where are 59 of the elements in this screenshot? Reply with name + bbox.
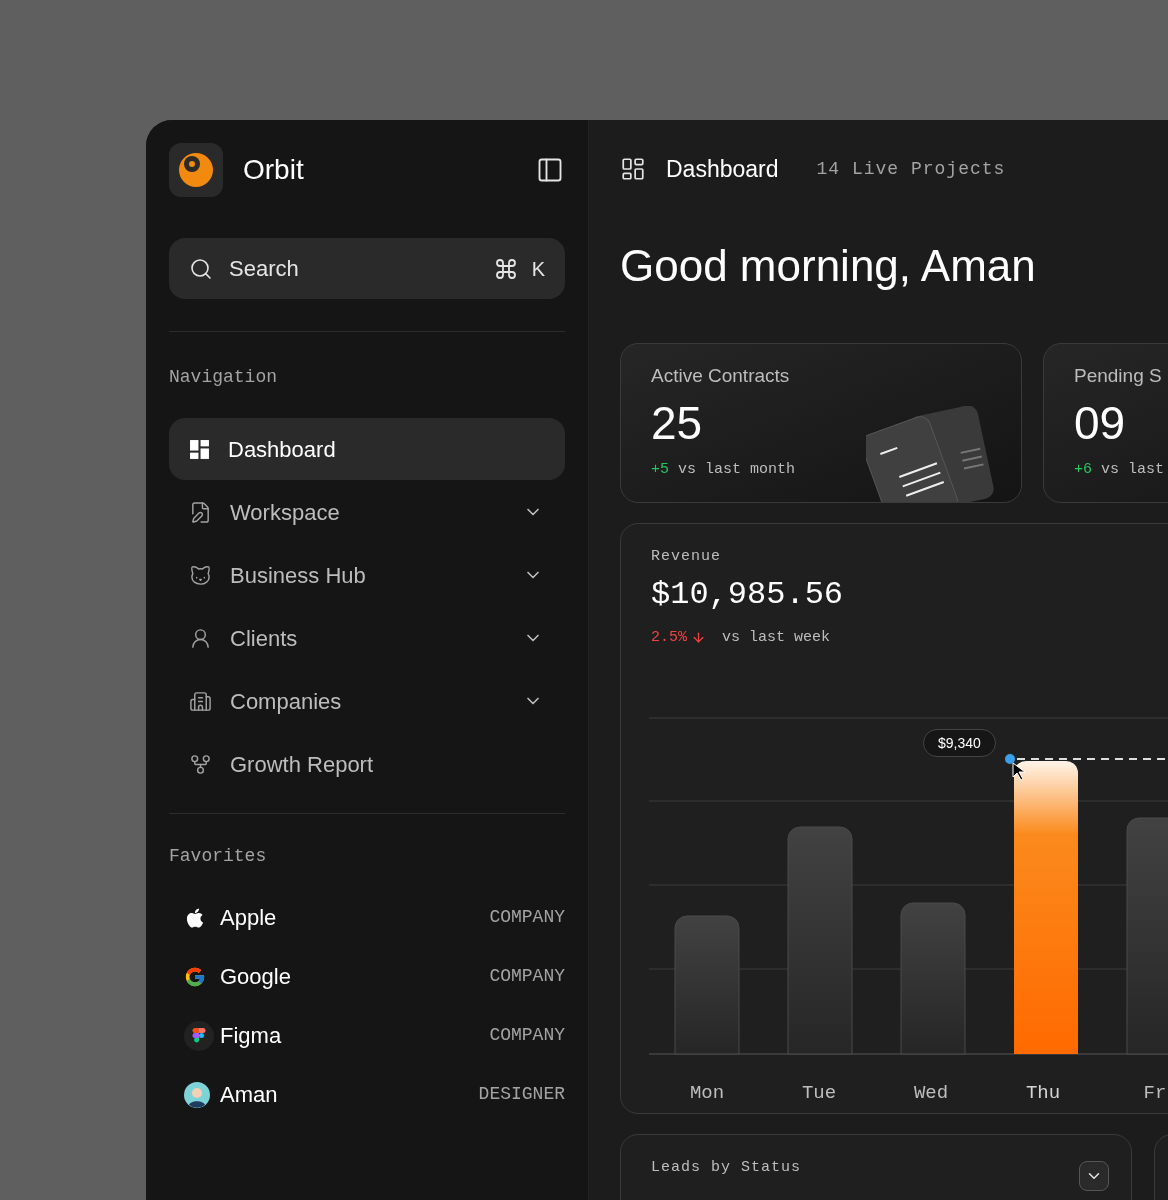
day-label: Fr [1143, 1081, 1167, 1106]
nav-item[interactable]: Clients [169, 607, 565, 669]
dashboard-icon [620, 156, 646, 182]
section-heading: Navigation [169, 366, 279, 389]
favorite-type: DESIGNER [478, 1083, 565, 1106]
favorite-type: COMPANY [489, 906, 565, 929]
favorite-item[interactable]: Apple COMPANY [169, 888, 565, 947]
arrow-down-icon [691, 630, 706, 646]
note-edit-icon [189, 500, 212, 524]
stat-value: 09 [1074, 396, 1127, 449]
figma-logo-icon [184, 1020, 214, 1051]
favorite-item[interactable]: Aman DESIGNER [169, 1065, 565, 1124]
nav-item[interactable]: Workspace [169, 481, 565, 543]
live-projects-count: 14 Live Projects [816, 157, 1006, 181]
nav-item[interactable]: Growth Report [169, 733, 565, 795]
nav-item[interactable]: Dashboard [169, 418, 565, 480]
stat-change: +6 vs last [1074, 459, 1166, 480]
search-input[interactable]: Search [229, 252, 459, 285]
revenue-amount: $10,985.56 [651, 574, 845, 615]
stat-title: Pending S [1074, 364, 1163, 388]
day-label: Tue [801, 1081, 837, 1106]
fork-icon [189, 752, 212, 776]
greeting: Good morning, Aman [620, 240, 1037, 292]
brand-name: Orbit [243, 153, 304, 187]
search-field[interactable]: Search K [169, 238, 565, 299]
day-label: Thu [1025, 1081, 1061, 1106]
user-icon [189, 626, 212, 650]
building-icon [189, 689, 212, 713]
section-heading: Favorites [169, 845, 268, 868]
data-point [1003, 752, 1017, 766]
dropdown-button[interactable] [1079, 1161, 1109, 1191]
favorite-item[interactable]: Figma COMPANY [169, 1006, 565, 1065]
sidebar-toggle-icon[interactable] [536, 156, 564, 184]
logo [169, 143, 223, 197]
favorite-item[interactable]: Google COMPANY [169, 947, 565, 1006]
revenue-change: 2.5% [651, 627, 687, 648]
value-tooltip: $9,340 [923, 729, 996, 757]
command-key-icon [493, 256, 518, 281]
nav-item[interactable]: Business Hub [169, 544, 565, 606]
page-title: Dashboard [666, 154, 779, 184]
favorite-type: COMPANY [489, 1024, 565, 1047]
stat-title: Active Contracts [651, 364, 791, 388]
avatar-icon [184, 1081, 210, 1108]
nav-item[interactable]: Companies [169, 670, 565, 732]
apple-logo-icon [184, 906, 206, 929]
favorite-type: COMPANY [489, 965, 565, 988]
stat-change: +5 vs last month [651, 459, 797, 480]
day-label: Mon [689, 1081, 725, 1106]
search-icon [189, 256, 213, 281]
revenue-note: vs last week [722, 627, 831, 648]
day-label: Wed [913, 1081, 949, 1106]
dashboard-icon [189, 438, 210, 460]
cat-icon [189, 563, 212, 587]
revenue-title: Revenue [651, 547, 722, 567]
shortcut-key: K [531, 253, 545, 284]
stat-value: 25 [651, 396, 704, 449]
cursor-icon [1012, 762, 1026, 781]
google-logo-icon [184, 965, 206, 988]
leads-title: Leads by Status [651, 1158, 802, 1178]
